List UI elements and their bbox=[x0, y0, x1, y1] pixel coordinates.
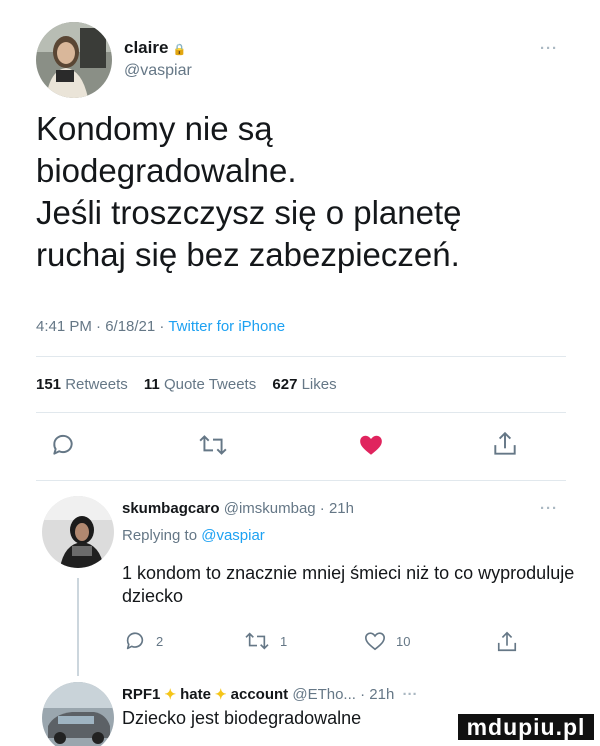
like-icon-filled[interactable] bbox=[358, 432, 384, 458]
display-name[interactable]: claire 🔒 bbox=[124, 38, 186, 58]
reply-share-button[interactable] bbox=[496, 630, 518, 654]
retweet-icon[interactable] bbox=[198, 432, 228, 458]
tweet-text: Kondomy nie są biodegradowalne. Jeśli tr… bbox=[36, 108, 576, 276]
reply-header: RPF1 ✦ hate ✦ account @ETho... · 21h ··· bbox=[122, 686, 417, 703]
share-icon[interactable] bbox=[492, 430, 518, 458]
reply-display-name[interactable]: skumbagcaro bbox=[122, 500, 220, 517]
divider bbox=[36, 412, 566, 413]
retweets-stat[interactable]: 151 Retweets bbox=[36, 376, 128, 393]
more-icon[interactable]: ··· bbox=[402, 686, 417, 703]
replying-to-link[interactable]: @vaspiar bbox=[201, 527, 265, 544]
lock-icon: 🔒 bbox=[172, 44, 187, 56]
replying-to: Replying to @vaspiar bbox=[122, 527, 265, 544]
quotes-stat[interactable]: 11 Quote Tweets bbox=[144, 376, 256, 393]
likes-stat[interactable]: 627 Likes bbox=[272, 376, 336, 393]
divider bbox=[36, 480, 566, 481]
tweet-line: ruchaj się bez zabezpieczeń. bbox=[36, 236, 460, 273]
reply-avatar[interactable] bbox=[42, 682, 114, 746]
reply-handle-time[interactable]: @imskumbag · 21h bbox=[224, 500, 354, 517]
divider bbox=[36, 356, 566, 357]
thread-line bbox=[77, 578, 79, 676]
reply-retweet-button[interactable]: 1 bbox=[244, 630, 287, 652]
sparkle-icon: ✦ bbox=[164, 686, 177, 702]
reply-handle-time[interactable]: @ETho... · 21h bbox=[292, 686, 394, 703]
reply-count: 2 bbox=[156, 633, 164, 649]
reply-text: 1 kondom to znacznie mniej śmieci niż to… bbox=[122, 563, 575, 606]
timestamp[interactable]: 4:41 PM · 6/18/21 · bbox=[36, 318, 168, 335]
reply-text: Dziecko jest biodegradowalne bbox=[122, 708, 362, 728]
more-icon[interactable]: ··· bbox=[540, 500, 558, 517]
more-icon[interactable]: ··· bbox=[540, 40, 558, 57]
engagement-stats: 151 Retweets 11 Quote Tweets 627 Likes bbox=[36, 376, 337, 393]
retweet-icon bbox=[245, 632, 269, 650]
reply-like-button[interactable]: 10 bbox=[364, 630, 410, 652]
reply-icon[interactable] bbox=[50, 432, 76, 458]
share-icon bbox=[497, 631, 517, 652]
tweet-line: Jeśli troszczysz się o planetę bbox=[36, 194, 462, 231]
main-avatar[interactable] bbox=[36, 22, 112, 98]
watermark-logo: mdupiu.pl bbox=[456, 712, 596, 742]
retweet-count: 1 bbox=[280, 633, 288, 649]
tweet-line: Kondomy nie są bbox=[36, 110, 273, 147]
reply-header: skumbagcaro @imskumbag · 21h bbox=[122, 500, 354, 517]
like-icon bbox=[365, 632, 385, 651]
like-count: 10 bbox=[396, 633, 411, 649]
reply-display-name[interactable]: RPF1 ✦ hate ✦ account bbox=[122, 686, 288, 703]
reply-reply-button[interactable]: 2 bbox=[124, 630, 163, 652]
source-link[interactable]: Twitter for iPhone bbox=[168, 318, 285, 335]
reply-avatar[interactable] bbox=[42, 496, 114, 568]
sparkle-icon: ✦ bbox=[214, 686, 227, 702]
handle[interactable]: @vaspiar bbox=[124, 62, 192, 80]
tweet-line: biodegradowalne. bbox=[36, 152, 297, 189]
reply-icon bbox=[126, 632, 144, 650]
tweet-meta: 4:41 PM · 6/18/21 · Twitter for iPhone bbox=[36, 318, 285, 335]
